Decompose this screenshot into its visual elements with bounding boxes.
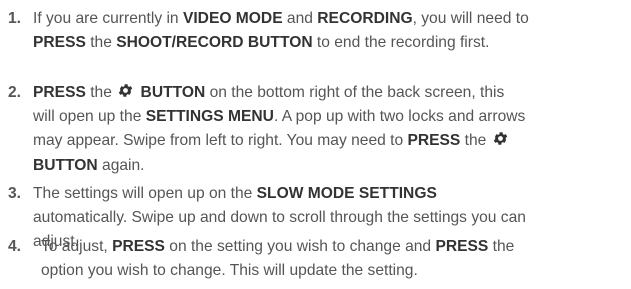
bold-term: PRESS: [112, 238, 165, 255]
step-text: If you are currently in: [33, 10, 183, 27]
bold-term: PRESS: [33, 34, 86, 51]
bold-term: PRESS: [407, 132, 461, 149]
step-text: on the setting you wish to change and: [164, 238, 436, 255]
gear-icon: [492, 130, 509, 147]
step-text-line: may appear. Swipe from left to right. Yo…: [33, 130, 511, 152]
step-number: 2.: [8, 84, 22, 101]
step-text: the: [85, 84, 117, 101]
step-text-line: will open up the SETTINGS MENU. A pop up…: [33, 106, 525, 128]
step-text-line: automatically. Swipe up and down to scro…: [33, 207, 526, 229]
step-number: 1.: [8, 10, 22, 27]
step-text: option you wish to change. This will upd…: [41, 262, 418, 279]
step-text: the: [488, 238, 515, 255]
step-text-line: PRESS the SHOOT/RECORD BUTTON to end the…: [33, 32, 489, 54]
step-number: 4.: [8, 238, 22, 255]
step-text: the: [85, 34, 117, 51]
step-text-line: The settings will open up on the SLOW MO…: [33, 183, 437, 205]
bold-term: RECORDING: [317, 10, 413, 27]
gear-icon: [117, 82, 134, 99]
step-text: The settings will open up on the: [33, 185, 257, 202]
bold-term: VIDEO MODE: [182, 10, 283, 27]
bold-term: SLOW MODE SETTINGS: [256, 185, 437, 202]
step-text: will open up the: [33, 108, 146, 125]
bold-term: PRESS: [33, 84, 86, 101]
step-text: the: [460, 132, 491, 149]
step-number: 3.: [8, 185, 22, 202]
step-text: to end the recording first.: [312, 34, 490, 51]
step-text-line: PRESS the BUTTON on the bottom right of …: [33, 82, 504, 104]
bold-term: PRESS: [435, 238, 489, 255]
step-text: , you will need to: [412, 10, 529, 27]
bold-term: BUTTON: [136, 84, 206, 101]
step-text-line: If you are currently in VIDEO MODE and R…: [33, 8, 529, 30]
step-text: and: [282, 10, 318, 27]
step-text: To adjust,: [41, 238, 113, 255]
bold-term: SETTINGS MENU: [145, 108, 274, 125]
step-text-line: option you wish to change. This will upd…: [41, 260, 418, 282]
bold-term: SHOOT/RECORD BUTTON: [116, 34, 313, 51]
step-text-line: To adjust, PRESS on the setting you wish…: [41, 236, 514, 258]
step-text: may appear. Swipe from left to right. Yo…: [33, 132, 408, 149]
step-text: on the bottom right of the back screen, …: [205, 84, 505, 101]
step-text: . A pop up with two locks and arrows: [273, 108, 526, 125]
bold-term: BUTTON: [33, 157, 98, 174]
step-text: automatically. Swipe up and down to scro…: [33, 209, 526, 226]
step-text: again.: [97, 157, 145, 174]
step-text-line: BUTTON again.: [33, 155, 145, 177]
